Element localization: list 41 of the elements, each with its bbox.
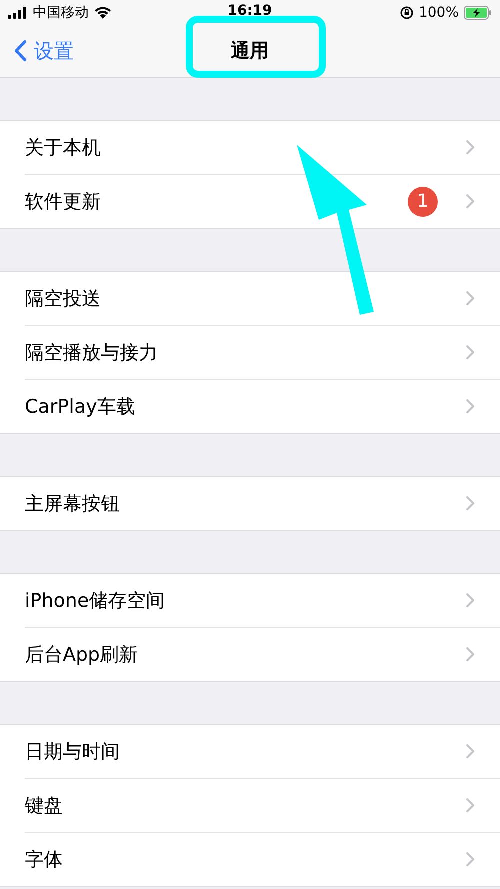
row-label: 软件更新 [25, 190, 102, 214]
chevron-icon [466, 798, 475, 813]
row-label: 日期与时间 [25, 740, 121, 764]
back-chevron-icon [14, 40, 27, 62]
settings-row[interactable]: 日期与时间 [25, 725, 500, 779]
battery-percent: 100% [418, 4, 459, 20]
row-label: 字体 [25, 848, 64, 872]
row-label: 隔空播放与接力 [25, 340, 159, 366]
chevron-icon [466, 345, 475, 360]
status-time: 16:19 [228, 3, 272, 19]
settings-row[interactable]: 键盘 [25, 779, 500, 833]
rotation-lock-icon [400, 6, 414, 20]
chevron-icon [466, 291, 475, 306]
carrier-name: 中国移动 [33, 4, 89, 22]
row-label: iPhone储存空间 [25, 588, 166, 614]
row-label: 关于本机 [25, 136, 102, 160]
row-label: CarPlay车载 [25, 394, 136, 420]
settings-row[interactable]: CarPlay车载 [25, 380, 500, 433]
back-button[interactable]: 设置 [0, 38, 74, 64]
notification-badge: 1 [408, 186, 438, 216]
chevron-icon [466, 852, 475, 867]
row-label: 后台App刷新 [25, 642, 140, 668]
wifi-icon [94, 6, 112, 19]
settings-row[interactable]: 主屏幕按钮 [25, 477, 500, 530]
row-label: 键盘 [25, 794, 64, 818]
settings-row[interactable]: 字体 [25, 833, 500, 886]
chevron-icon [466, 744, 475, 759]
row-label: 隔空投送 [25, 286, 102, 312]
settings-row[interactable]: iPhone储存空间 [25, 574, 500, 628]
settings-row[interactable]: 隔空播放与接力 [25, 326, 500, 380]
settings-row[interactable]: 后台App刷新 [25, 628, 500, 681]
page-title: 通用 [231, 39, 269, 64]
signal-icon [8, 6, 28, 18]
chevron-icon [466, 399, 475, 414]
chevron-icon [466, 647, 475, 662]
chevron-icon [466, 140, 475, 155]
chevron-icon [466, 194, 475, 209]
chevron-icon [466, 496, 475, 511]
chevron-icon [466, 593, 475, 608]
row-label: 主屏幕按钮 [25, 492, 121, 516]
settings-row[interactable]: 软件更新 1 [25, 175, 500, 228]
